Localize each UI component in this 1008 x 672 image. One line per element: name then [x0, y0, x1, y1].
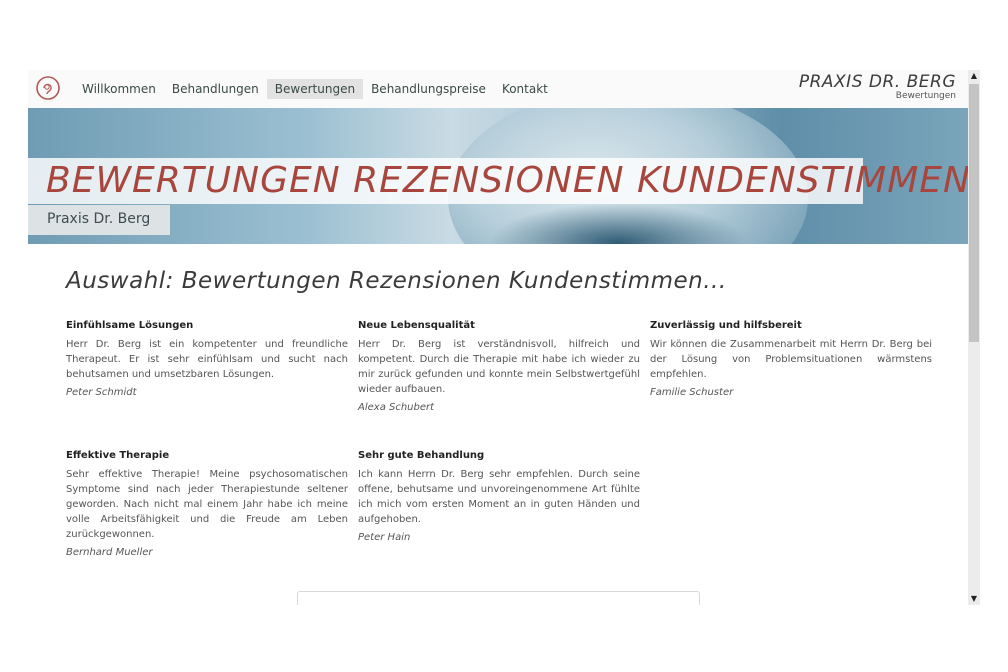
review-title: Effektive Therapie	[66, 450, 170, 461]
content-box[interactable]	[297, 591, 700, 605]
head-outline-icon[interactable]	[34, 75, 62, 103]
review-card: Sehr gute Behandlung Ich kann Herrn Dr. …	[358, 450, 640, 543]
review-author: Peter Schmidt	[66, 387, 137, 398]
arrow-down-icon[interactable]: ▼	[968, 593, 980, 605]
review-card: Neue Lebensqualität Herr Dr. Berg ist ve…	[358, 320, 640, 413]
review-author: Familie Schuster	[650, 387, 734, 398]
review-author: Alexa Schubert	[358, 402, 435, 413]
review-author: Peter Hain	[358, 532, 411, 543]
nav-willkommen[interactable]: Willkommen	[74, 79, 164, 99]
review-card: Effektive Therapie Sehr effektive Therap…	[66, 450, 348, 558]
nav-kontakt[interactable]: Kontakt	[494, 79, 556, 99]
review-text: Wir können die Zusammenarbeit mit Herrn …	[650, 339, 932, 380]
review-title: Neue Lebensqualität	[358, 320, 475, 331]
scrollbar-thumb[interactable]	[969, 84, 979, 342]
review-title: Einfühlsame Lösungen	[66, 320, 194, 331]
main-nav: Willkommen Behandlungen Bewertungen Beha…	[74, 79, 556, 99]
review-card: Einfühlsame Lösungen Herr Dr. Berg ist e…	[66, 320, 348, 398]
review-author: Bernhard Mueller	[66, 547, 153, 558]
brand: PRAXIS DR. BERG Bewertungen	[799, 72, 956, 101]
review-text: Sehr effektive Therapie! Meine psychosom…	[66, 469, 348, 540]
review-text: Herr Dr. Berg ist verständnisvoll, hilfr…	[358, 339, 640, 395]
hero-title: BEWERTUNGEN REZENSIONEN KUNDENSTIMMEN	[46, 160, 968, 201]
vertical-scrollbar[interactable]: ▲ ▼	[968, 70, 980, 605]
page-viewport: Willkommen Behandlungen Bewertungen Beha…	[28, 70, 968, 605]
nav-behandlungen[interactable]: Behandlungen	[164, 79, 267, 99]
review-text: Ich kann Herrn Dr. Berg sehr empfehlen. …	[358, 469, 640, 525]
hero-banner: BEWERTUNGEN REZENSIONEN KUNDENSTIMMEN Pr…	[28, 108, 968, 244]
brand-title[interactable]: PRAXIS DR. BERG	[799, 72, 956, 92]
review-card: Zuverlässig und hilfsbereit Wir können d…	[650, 320, 932, 398]
brand-subtitle: Bewertungen	[895, 91, 956, 101]
arrow-up-icon[interactable]: ▲	[968, 70, 980, 82]
review-title: Zuverlässig und hilfsbereit	[650, 320, 802, 331]
review-title: Sehr gute Behandlung	[358, 450, 485, 461]
page-heading: Auswahl: Bewertungen Rezensionen Kundens…	[66, 268, 727, 294]
hero-subtitle: Praxis Dr. Berg	[47, 211, 151, 227]
nav-bewertungen[interactable]: Bewertungen	[266, 79, 364, 99]
review-text: Herr Dr. Berg ist ein kompetenter und fr…	[66, 339, 348, 380]
nav-behandlungspreise[interactable]: Behandlungspreise	[363, 79, 494, 99]
top-navbar: Willkommen Behandlungen Bewertungen Beha…	[28, 70, 968, 108]
